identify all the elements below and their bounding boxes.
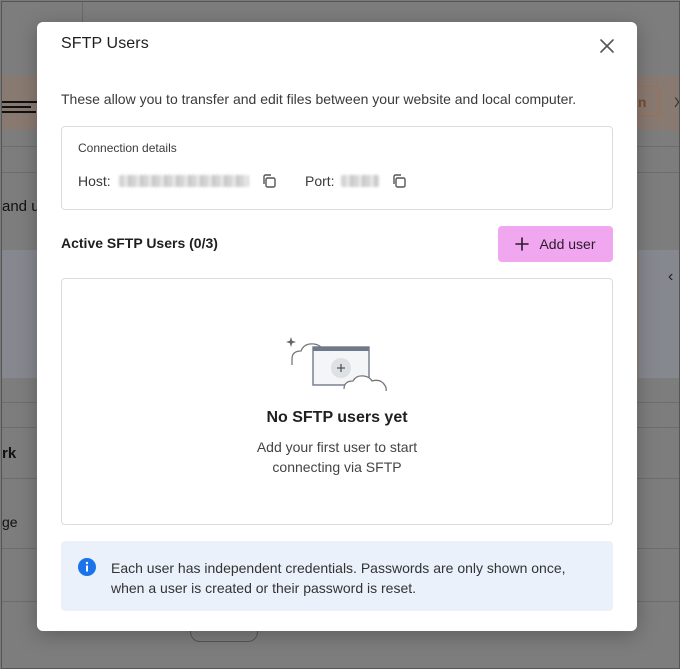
empty-state-line: Add your first user to start (256, 439, 418, 455)
dialog-description: These allow you to transfer and edit fil… (61, 91, 577, 107)
empty-state-line: connecting via SFTP (272, 459, 402, 475)
copy-icon (392, 174, 406, 188)
info-icon (78, 558, 96, 576)
empty-folder-illustration-icon (286, 337, 387, 391)
sftp-users-dialog: SFTP Users These allow you to transfer a… (37, 22, 637, 631)
close-button[interactable] (597, 36, 617, 56)
add-user-label: Add user (539, 236, 596, 252)
active-users-heading: Active SFTP Users (0/3) (61, 235, 218, 251)
host-value-redacted (118, 175, 249, 187)
port-row: Port: (305, 173, 407, 189)
dialog-title: SFTP Users (61, 35, 149, 52)
port-value-redacted (340, 175, 379, 187)
connection-details-label: Connection details (78, 141, 177, 155)
bg-partial-text: rk (2, 445, 17, 462)
connection-details-card: Connection details Host: Port: (61, 126, 613, 210)
empty-state-description: Add your first user to start connecting … (62, 437, 612, 477)
host-row: Host: (78, 173, 277, 189)
close-icon (600, 39, 614, 53)
bg-chevron-left-icon: ‹ (668, 268, 674, 285)
bg-partial-text: and u (2, 198, 40, 215)
info-line: Each user has independent credentials. P… (111, 560, 566, 576)
copy-icon (262, 174, 276, 188)
bg-banner-close-icon: X (674, 94, 679, 110)
info-notice: Each user has independent credentials. P… (61, 541, 613, 611)
empty-state-title: No SFTP users yet (266, 409, 408, 426)
bg-logo (2, 98, 38, 120)
port-label: Port: (305, 173, 335, 189)
plus-icon (515, 237, 530, 251)
bg-partial-text: ge (2, 514, 18, 530)
copy-host-button[interactable] (261, 173, 277, 189)
copy-port-button[interactable] (391, 173, 407, 189)
add-user-button[interactable]: Add user (498, 226, 613, 262)
info-line: when a user is created or their password… (111, 580, 417, 596)
host-label: Host: (78, 173, 111, 189)
info-text: Each user has independent credentials. P… (111, 558, 591, 598)
empty-state-card: No SFTP users yet Add your first user to… (61, 278, 613, 525)
